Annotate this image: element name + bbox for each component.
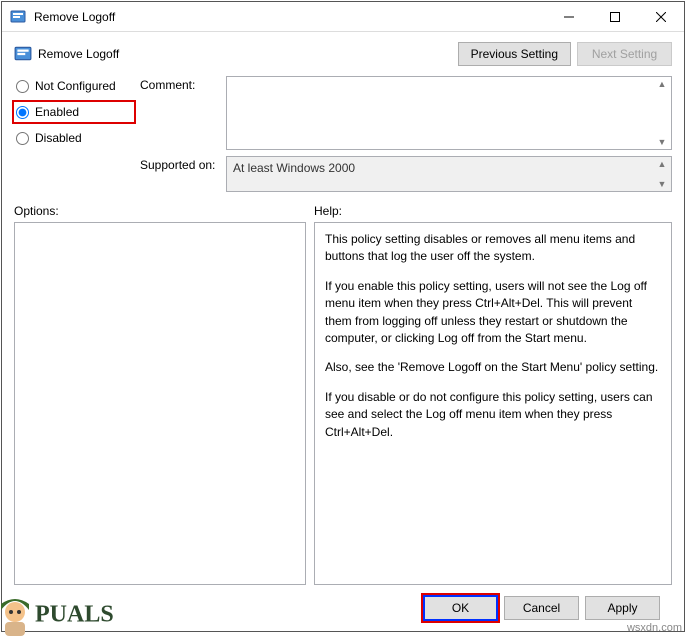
help-paragraph-4: If you disable or do not configure this … xyxy=(325,389,661,441)
policy-header-icon xyxy=(14,45,32,63)
close-button[interactable] xyxy=(638,2,684,32)
scroll-up-icon: ▲ xyxy=(655,159,669,169)
scroll-up-icon: ▲ xyxy=(655,79,669,89)
options-pane xyxy=(14,222,306,585)
ok-button[interactable]: OK xyxy=(423,595,498,621)
maximize-button[interactable] xyxy=(592,2,638,32)
supported-on-value: At least Windows 2000 xyxy=(233,161,355,175)
header-row: Remove Logoff Previous Setting Next Sett… xyxy=(14,42,672,66)
help-paragraph-3: Also, see the 'Remove Logoff on the Star… xyxy=(325,359,661,376)
policy-icon xyxy=(10,9,26,25)
titlebar: Remove Logoff xyxy=(2,2,684,32)
scroll-down-icon: ▼ xyxy=(655,179,669,189)
dialog-window: Remove Logoff Remove Logoff Previous Set… xyxy=(1,1,685,632)
footer-buttons: OK Cancel Apply xyxy=(14,585,672,631)
radio-not-configured-label: Not Configured xyxy=(35,79,116,93)
comment-field[interactable]: ▲ ▼ xyxy=(226,76,672,150)
next-setting-button[interactable]: Next Setting xyxy=(577,42,672,66)
help-label: Help: xyxy=(314,204,342,218)
radio-disabled-label: Disabled xyxy=(35,131,82,145)
supported-on-container: At least Windows 2000 ▲ ▼ xyxy=(226,156,672,192)
comment-label: Comment: xyxy=(140,76,220,150)
supported-on-label: Supported on: xyxy=(140,156,220,192)
state-radio-group: Not Configured Enabled Disabled xyxy=(14,76,134,192)
policy-title: Remove Logoff xyxy=(38,47,119,61)
radio-enabled-label: Enabled xyxy=(35,105,79,119)
apply-button[interactable]: Apply xyxy=(585,596,660,620)
help-pane: This policy setting disables or removes … xyxy=(314,222,672,585)
config-grid: Not Configured Enabled Disabled Comment:… xyxy=(14,76,672,192)
comment-field-container: ▲ ▼ xyxy=(226,76,672,150)
radio-enabled[interactable]: Enabled xyxy=(12,100,136,124)
radio-disabled-input[interactable] xyxy=(16,132,29,145)
radio-not-configured[interactable]: Not Configured xyxy=(14,78,134,94)
radio-enabled-input[interactable] xyxy=(16,106,29,119)
previous-setting-button[interactable]: Previous Setting xyxy=(458,42,571,66)
options-label: Options: xyxy=(14,204,314,218)
supported-scroll: ▲ ▼ xyxy=(655,159,669,189)
help-paragraph-2: If you enable this policy setting, users… xyxy=(325,278,661,348)
help-paragraph-1: This policy setting disables or removes … xyxy=(325,231,661,266)
radio-disabled[interactable]: Disabled xyxy=(14,130,134,146)
minimize-button[interactable] xyxy=(546,2,592,32)
window-title: Remove Logoff xyxy=(34,10,115,24)
pane-labels: Options: Help: xyxy=(14,204,672,218)
radio-not-configured-input[interactable] xyxy=(16,80,29,93)
comment-scroll: ▲ ▼ xyxy=(655,79,669,147)
cancel-button[interactable]: Cancel xyxy=(504,596,579,620)
supported-on-field: At least Windows 2000 ▲ ▼ xyxy=(226,156,672,192)
scroll-down-icon: ▼ xyxy=(655,137,669,147)
main-panes: This policy setting disables or removes … xyxy=(14,222,672,585)
content-area: Remove Logoff Previous Setting Next Sett… xyxy=(2,32,684,631)
